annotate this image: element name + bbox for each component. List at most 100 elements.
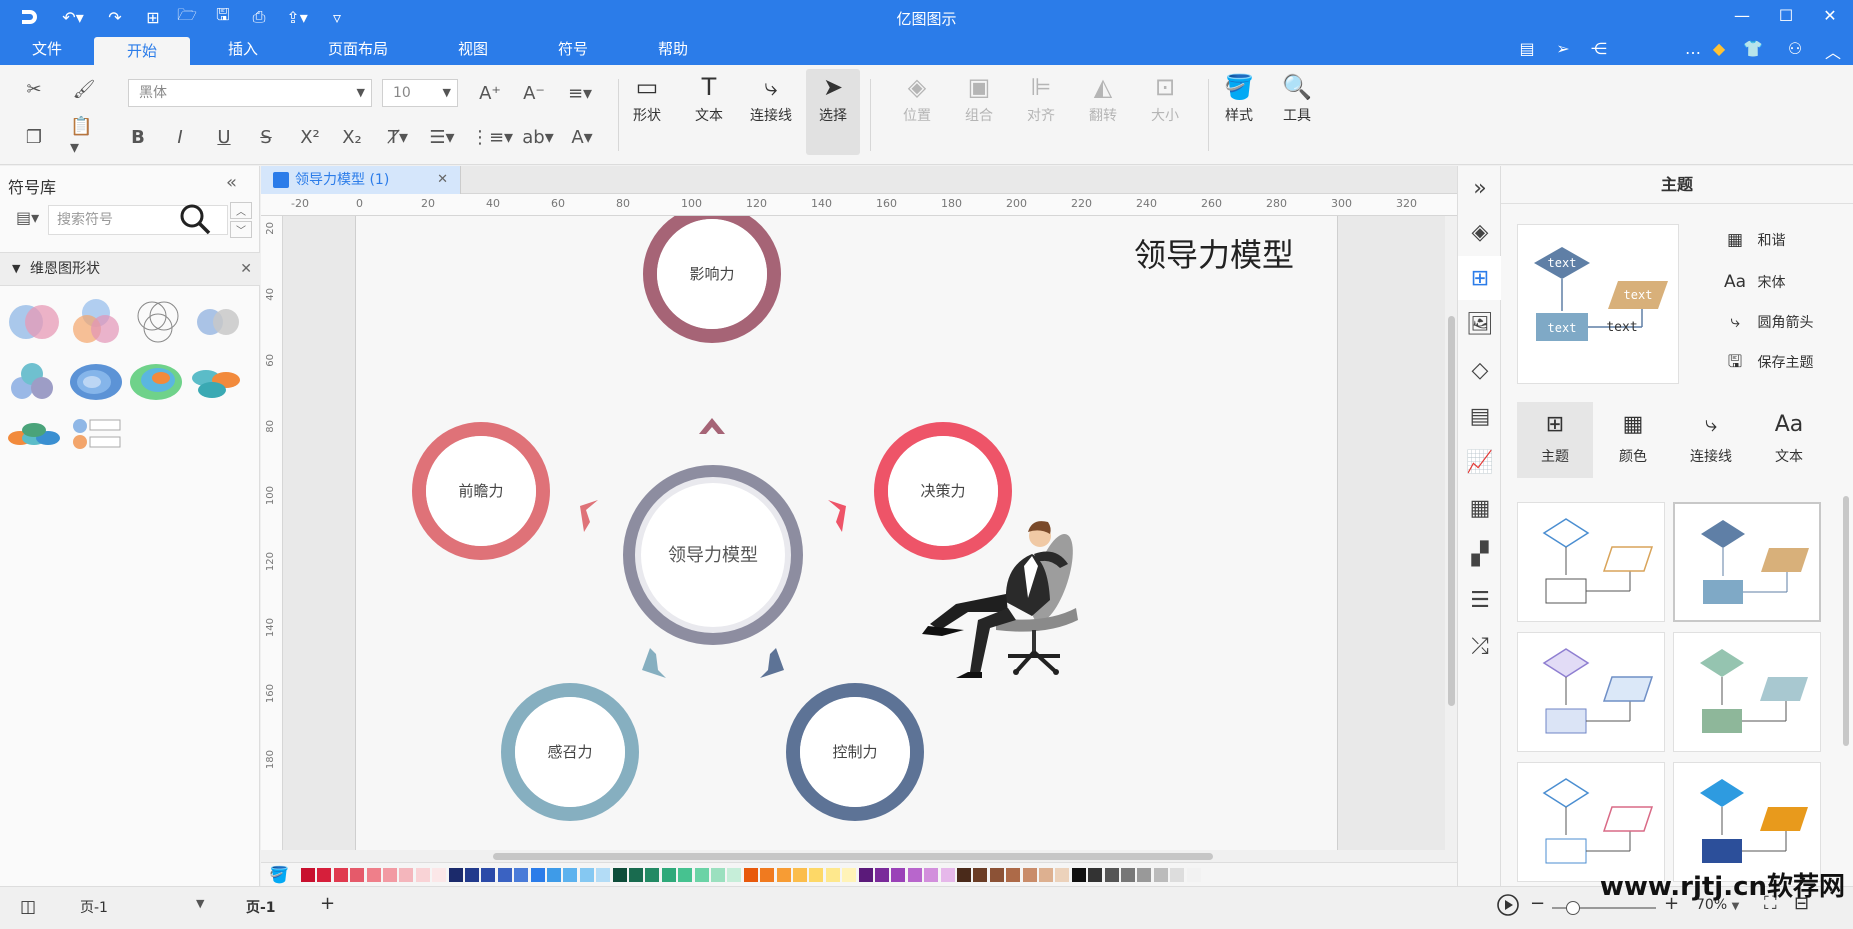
color-swatch[interactable] (1104, 868, 1119, 882)
menu-help[interactable]: 帮助 (646, 33, 700, 65)
venn-shape-overlap-pair[interactable] (190, 298, 246, 346)
tab-color[interactable]: ▦ 颜色 (1595, 402, 1671, 478)
tab-theme[interactable]: ⊞ 主题 (1517, 402, 1593, 478)
library-menu-icon[interactable]: ▤▾ (16, 208, 39, 227)
arrow-to-top-node[interactable] (699, 418, 725, 434)
theme-option-font[interactable]: Aa 宋体 (1717, 270, 1785, 294)
shrink-font-icon[interactable]: A⁻ (520, 79, 548, 107)
color-swatch[interactable] (940, 868, 955, 882)
layers-icon[interactable]: ◇ (1458, 348, 1502, 392)
export-icon[interactable]: ⇪▾ (282, 6, 312, 28)
theme-card-selected[interactable] (1673, 502, 1821, 622)
format-painter-icon[interactable]: 🖌 (70, 75, 98, 103)
arrow-to-bottom-right-node[interactable] (760, 648, 784, 678)
font-color-icon[interactable]: A▾ (568, 123, 596, 151)
more-icon[interactable]: … (1680, 39, 1706, 58)
align-button[interactable]: ⊫ 对齐 (1014, 69, 1068, 125)
page-view-icon[interactable]: ◫ (20, 897, 36, 917)
color-swatch[interactable] (973, 868, 988, 882)
color-swatch[interactable] (432, 868, 447, 882)
color-swatch[interactable] (563, 868, 578, 882)
theme-card[interactable] (1517, 632, 1665, 752)
theme-grid-icon[interactable]: ⊞ (1458, 256, 1502, 300)
expand-panel-icon[interactable]: » (1458, 166, 1502, 210)
collapse-ribbon-icon[interactable]: ︿ (1820, 39, 1846, 63)
color-swatch[interactable] (1039, 868, 1053, 882)
horizontal-scrollbar[interactable] (283, 850, 1446, 862)
drawing-page[interactable]: 领导力模型 领导力模型 影响力 决策力 前瞻力 控制力 感召力 (355, 216, 1338, 850)
tools-button[interactable]: 🔍 工具 (1270, 69, 1324, 125)
theme-list-scrollbar[interactable] (1843, 496, 1849, 746)
venn-shape-stacked-circles[interactable] (6, 358, 62, 406)
zoom-slider[interactable] (1552, 901, 1656, 915)
play-icon[interactable] (1496, 893, 1520, 921)
color-swatch[interactable] (694, 868, 709, 882)
theme-card[interactable] (1517, 762, 1665, 882)
color-swatch[interactable] (333, 868, 348, 882)
venn-shape-nested-ellipses[interactable] (68, 358, 124, 406)
color-swatch[interactable] (793, 868, 807, 882)
attributes-icon[interactable]: ☰ (1458, 578, 1502, 622)
color-swatch[interactable] (547, 868, 561, 882)
color-swatch[interactable] (448, 868, 463, 882)
open-folder-icon[interactable]: 🗁 (172, 5, 202, 28)
grow-font-icon[interactable]: A⁺ (476, 79, 504, 107)
color-swatch[interactable] (957, 868, 971, 882)
collapse-panel-icon[interactable]: « (226, 172, 237, 193)
color-swatch[interactable] (711, 868, 725, 882)
color-swatch[interactable] (514, 868, 529, 882)
page-select[interactable]: 页-1 ▼ (80, 897, 210, 917)
shuffle-icon[interactable]: ⤮ (1458, 624, 1502, 668)
menu-home[interactable]: 开始 (94, 37, 190, 65)
zoom-out-button[interactable]: − (1530, 893, 1545, 914)
arrow-to-bottom-left-node[interactable] (642, 648, 666, 678)
color-swatch[interactable] (809, 868, 824, 882)
arrow-to-right-node[interactable] (828, 500, 846, 532)
tab-connector[interactable]: ⤷ 连接线 (1673, 402, 1749, 478)
vertical-scrollbar[interactable] (1446, 216, 1457, 850)
position-button[interactable]: ◈ 位置 (890, 69, 944, 125)
cut-icon[interactable]: ✂ (20, 75, 48, 103)
color-swatch[interactable] (678, 868, 693, 882)
color-swatch[interactable] (1071, 868, 1086, 882)
color-swatch[interactable] (1186, 868, 1201, 882)
subscript-icon[interactable]: X₂ (338, 123, 366, 151)
venn-shape-target-ellipses[interactable] (128, 358, 184, 406)
color-swatch[interactable] (465, 868, 479, 882)
color-swatch[interactable] (1055, 868, 1070, 882)
connector-tool-button[interactable]: ⤷ 连接线 (744, 69, 798, 125)
color-swatch[interactable] (989, 868, 1004, 882)
color-swatch[interactable] (350, 868, 365, 882)
color-swatch[interactable] (579, 868, 594, 882)
theme-option-harmony[interactable]: ▦ 和谐 (1717, 228, 1785, 252)
skin-icon[interactable]: 👕 (1740, 39, 1766, 58)
bold-icon[interactable]: B (124, 123, 152, 151)
font-family-select[interactable]: 黑体 ▼ (128, 79, 372, 107)
color-swatch[interactable] (891, 868, 906, 882)
color-swatch[interactable] (875, 868, 889, 882)
map-icon[interactable]: ▞ (1458, 532, 1502, 576)
color-swatch[interactable] (1088, 868, 1103, 882)
share-icon[interactable]: ⋲ (1586, 39, 1612, 58)
menu-file[interactable]: 文件 (20, 33, 74, 65)
bullet-list-icon[interactable]: ⋮≡▾ (471, 123, 513, 151)
color-swatch[interactable] (1121, 868, 1135, 882)
color-swatch[interactable] (415, 868, 430, 882)
maximize-button[interactable]: ☐ (1766, 4, 1806, 28)
style-button[interactable]: 🪣 样式 (1212, 69, 1266, 125)
venn-shape-labeled-discs[interactable] (68, 410, 124, 458)
close-tab-icon[interactable]: ✕ (437, 166, 448, 194)
color-swatch[interactable] (776, 868, 791, 882)
redo-icon[interactable]: ↷ (100, 6, 130, 28)
fill-style-icon[interactable]: ◈ (1458, 210, 1502, 254)
vip-icon[interactable]: ◆ (1706, 39, 1732, 58)
page-icon[interactable]: ▤ (1458, 394, 1502, 438)
zoom-slider-thumb[interactable] (1565, 901, 1580, 915)
color-swatch[interactable] (596, 868, 611, 882)
color-swatch[interactable] (366, 868, 381, 882)
venn-shape-disc-stack[interactable] (6, 410, 62, 458)
print-icon[interactable]: ⎙ (244, 6, 274, 28)
color-swatch[interactable] (301, 868, 315, 882)
save-icon[interactable]: 🖫 (208, 5, 238, 28)
menu-view[interactable]: 视图 (446, 33, 500, 65)
